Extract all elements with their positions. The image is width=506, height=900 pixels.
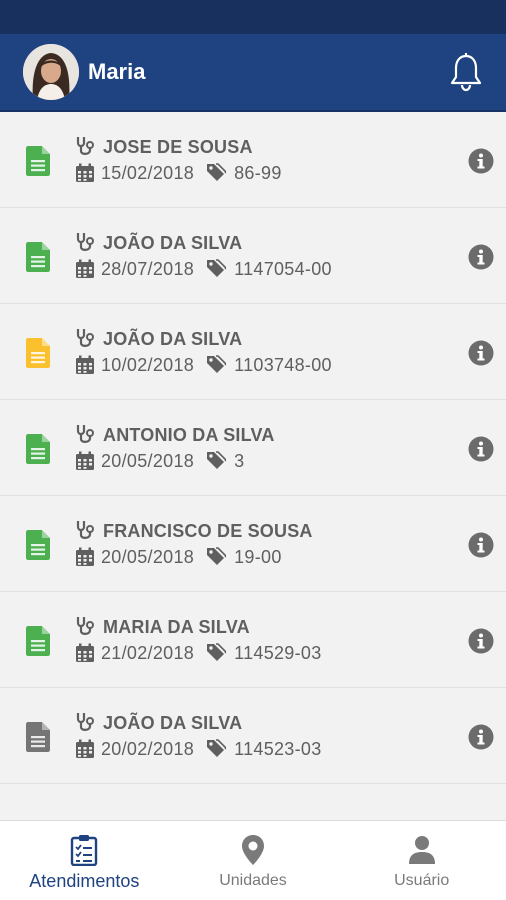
- document-icon: [26, 146, 50, 176]
- patient-name: MARIA DA SILVA: [103, 616, 250, 637]
- stethoscope-icon: [76, 329, 94, 347]
- appointment-code: 86-99: [234, 162, 282, 183]
- nav-atendimentos-label: Atendimentos: [29, 871, 140, 891]
- status-bar: [0, 0, 506, 34]
- list-item[interactable]: JOÃO DA SILVA 10/02/2018 1103748-00: [0, 304, 506, 400]
- stethoscope-icon: [76, 137, 94, 155]
- patient-name: ANTONIO DA SILVA: [103, 424, 275, 445]
- nav-usuario-label: Usuário: [394, 872, 450, 889]
- document-icon: [26, 530, 50, 560]
- nav-atendimentos[interactable]: Atendimentos: [0, 821, 169, 900]
- user-icon: [408, 836, 435, 864]
- patient-name: JOÃO DA SILVA: [103, 232, 243, 253]
- appointment-code: 114529-03: [234, 642, 322, 663]
- nav-unidades-label: Unidades: [219, 872, 287, 889]
- tags-icon: [207, 643, 227, 661]
- document-icon: [26, 722, 50, 752]
- avatar[interactable]: [23, 44, 79, 100]
- list-item[interactable]: JOÃO DA SILVA 28/07/2018 1147054-00: [0, 208, 506, 304]
- calendar-icon: [76, 643, 94, 662]
- tags-icon: [207, 259, 227, 277]
- appointment-date: 15/02/2018: [101, 162, 195, 183]
- calendar-icon: [76, 547, 94, 566]
- stethoscope-icon: [76, 521, 94, 539]
- tags-icon: [207, 355, 227, 373]
- info-icon[interactable]: [468, 436, 494, 462]
- list-item[interactable]: JOÃO DA SILVA 20/02/2018 114523-03: [0, 688, 506, 784]
- tags-icon: [207, 547, 227, 565]
- info-icon[interactable]: [468, 244, 494, 270]
- atendimentos-list: JOSE DE SOUSA 15/02/2018 86-99 JOÃO DA S…: [0, 112, 506, 784]
- appointment-code: 3: [234, 450, 245, 471]
- info-icon[interactable]: [468, 340, 494, 366]
- appointment-date: 21/02/2018: [101, 642, 195, 663]
- list-item[interactable]: MARIA DA SILVA 21/02/2018 114529-03: [0, 592, 506, 688]
- stethoscope-icon: [76, 425, 94, 443]
- patient-name: JOSE DE SOUSA: [103, 136, 253, 157]
- list-item[interactable]: JOSE DE SOUSA 15/02/2018 86-99: [0, 112, 506, 208]
- appointment-code: 1147054-00: [234, 258, 332, 279]
- appointment-date: 20/05/2018: [101, 450, 195, 471]
- appointment-date: 20/02/2018: [101, 738, 195, 759]
- info-icon[interactable]: [468, 148, 494, 174]
- patient-name: FRANCISCO DE SOUSA: [103, 520, 313, 541]
- nav-unidades[interactable]: Unidades: [169, 821, 338, 900]
- patient-name: JOÃO DA SILVA: [103, 328, 243, 349]
- user-name: Maria: [88, 59, 146, 84]
- appointment-code: 114523-03: [234, 738, 322, 759]
- appointment-code: 1103748-00: [234, 354, 332, 375]
- document-icon: [26, 242, 50, 272]
- appointment-date: 28/07/2018: [101, 258, 195, 279]
- tags-icon: [207, 451, 227, 469]
- tags-icon: [207, 739, 227, 757]
- patient-name: JOÃO DA SILVA: [103, 712, 243, 733]
- bottom-navigation: Atendimentos Unidades Usuário: [0, 820, 506, 900]
- document-icon: [26, 338, 50, 368]
- stethoscope-icon: [76, 233, 94, 251]
- nav-usuario[interactable]: Usuário: [337, 821, 506, 900]
- stethoscope-icon: [76, 713, 94, 731]
- info-icon[interactable]: [468, 532, 494, 558]
- appointment-date: 10/02/2018: [101, 354, 195, 375]
- calendar-icon: [76, 739, 94, 758]
- calendar-icon: [76, 355, 94, 374]
- appointment-date: 20/05/2018: [101, 546, 195, 567]
- document-icon: [26, 626, 50, 656]
- calendar-icon: [76, 451, 94, 470]
- app-header: Maria: [0, 34, 506, 112]
- document-icon: [26, 434, 50, 464]
- stethoscope-icon: [76, 617, 94, 635]
- calendar-icon: [76, 163, 94, 182]
- info-icon[interactable]: [468, 724, 494, 750]
- notifications-bell-icon[interactable]: [446, 50, 486, 94]
- tags-icon: [207, 163, 227, 181]
- map-pin-icon: [242, 835, 264, 865]
- clipboard-list-icon: [71, 835, 98, 866]
- info-icon[interactable]: [468, 628, 494, 654]
- list-item[interactable]: FRANCISCO DE SOUSA 20/05/2018 19-00: [0, 496, 506, 592]
- calendar-icon: [76, 259, 94, 278]
- appointment-code: 19-00: [234, 546, 282, 567]
- list-item[interactable]: ANTONIO DA SILVA 20/05/2018 3: [0, 400, 506, 496]
